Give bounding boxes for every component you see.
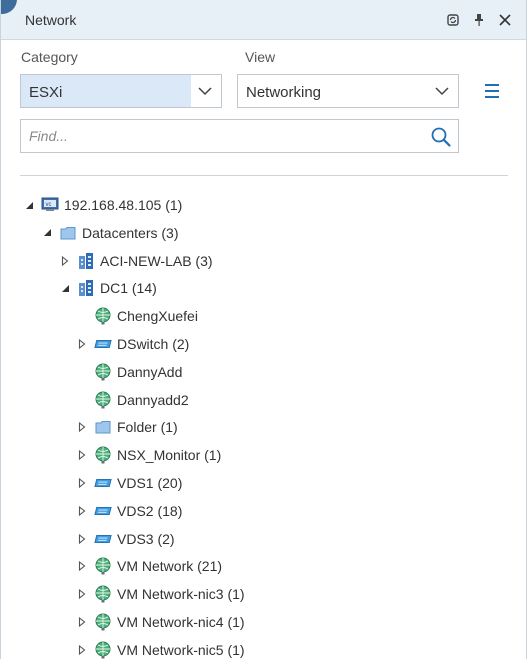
chevron-down-icon[interactable]: [426, 75, 458, 107]
tree-item[interactable]: DC1 (14): [59, 277, 157, 299]
refresh-icon[interactable]: [443, 10, 463, 30]
tree-item[interactable]: ChengXuefei: [76, 305, 198, 327]
collapse-triangle-icon[interactable]: [23, 199, 35, 211]
divider: [20, 175, 508, 176]
tree-item[interactable]: Datacenters (3): [41, 222, 178, 244]
tree-item[interactable]: VM Network-nic3 (1): [76, 583, 245, 605]
expand-triangle-icon[interactable]: [76, 338, 88, 350]
panel-corner-decoration: [1, 0, 17, 14]
category-select-value: ESXi: [29, 84, 63, 101]
category-select[interactable]: ESXi: [20, 74, 222, 108]
panel-title-bar: Network: [1, 0, 526, 40]
vcenter-icon: vc: [41, 196, 59, 214]
expand-triangle-icon[interactable]: [76, 421, 88, 433]
category-label: Category: [21, 49, 78, 65]
view-select[interactable]: Networking: [237, 74, 459, 108]
network-globe-icon: [94, 307, 112, 325]
collapse-triangle-icon[interactable]: [59, 282, 71, 294]
tree-item[interactable]: vc 192.168.48.105 (1): [23, 194, 182, 216]
tree-item-label: DC1 (14): [100, 280, 157, 297]
tree-item[interactable]: DannyAdd: [76, 361, 182, 383]
tree-item[interactable]: NSX_Monitor (1): [76, 444, 221, 466]
network-globe-icon: [94, 557, 112, 575]
chevron-down-icon[interactable]: [189, 75, 221, 107]
datacenter-icon: [77, 279, 95, 297]
tree-item-label: DannyAdd: [117, 363, 183, 380]
dvswitch-icon: [94, 502, 112, 520]
tree-item[interactable]: Dannyadd2: [76, 389, 189, 411]
expand-triangle-icon[interactable]: [59, 255, 71, 267]
tree-item-label: NSX_Monitor (1): [117, 447, 222, 464]
network-globe-icon: [94, 613, 112, 631]
dvswitch-icon: [94, 474, 112, 492]
pin-icon[interactable]: [469, 10, 489, 30]
view-select-value: Networking: [246, 84, 322, 101]
network-globe-icon: [94, 391, 112, 409]
tree-item-label: VM Network-nic5 (1): [117, 641, 245, 658]
expand-triangle-icon[interactable]: [76, 644, 88, 656]
tree-item[interactable]: VM Network (21): [76, 555, 222, 577]
dvswitch-icon: [94, 335, 112, 353]
expand-triangle-icon[interactable]: [76, 449, 88, 461]
tree-item[interactable]: VDS1 (20): [76, 472, 182, 494]
find-input[interactable]: [21, 120, 421, 152]
tree-item-label: VDS1 (20): [117, 475, 183, 491]
view-label: View: [245, 49, 276, 65]
search-icon[interactable]: [430, 126, 452, 148]
expand-triangle-icon[interactable]: [76, 560, 88, 572]
folder-icon: [94, 418, 112, 436]
find-field[interactable]: [20, 119, 459, 153]
expand-triangle-icon[interactable]: [76, 477, 88, 489]
tree-item-label: VM Network (21): [117, 558, 223, 575]
network-globe-icon: [94, 446, 112, 464]
tree-item[interactable]: ACI-NEW-LAB (3): [59, 250, 213, 272]
folder-icon: [59, 224, 77, 242]
datacenter-icon: [77, 252, 95, 270]
tree-item[interactable]: VDS3 (2): [76, 528, 175, 550]
expand-triangle-icon[interactable]: [76, 616, 88, 628]
tree-item-label: VDS2 (18): [117, 502, 183, 519]
tree-item-label: VDS3 (2): [117, 530, 175, 547]
panel-title: Network: [25, 12, 77, 28]
tree-item-label: VM Network-nic4 (1): [117, 614, 245, 630]
network-globe-icon: [94, 641, 112, 659]
tree-item-label: Folder (1): [117, 419, 178, 436]
collapse-triangle-icon[interactable]: [41, 227, 53, 239]
tree-item-label: ChengXuefei: [117, 308, 198, 325]
expand-triangle-icon[interactable]: [76, 588, 88, 600]
dvswitch-icon: [94, 530, 112, 548]
tree-item[interactable]: DSwitch (2): [76, 333, 189, 355]
network-globe-icon: [94, 363, 112, 381]
network-panel: Network Category View ESXi Networking Fi…: [0, 0, 527, 659]
tree-item[interactable]: VM Network-nic4 (1): [76, 611, 245, 633]
expand-triangle-icon[interactable]: [76, 505, 88, 517]
tree-item[interactable]: VDS2 (18): [76, 500, 182, 522]
close-icon[interactable]: [495, 10, 515, 30]
tree-item-label: Datacenters (3): [82, 224, 179, 241]
hamburger-menu-icon[interactable]: [481, 80, 503, 102]
expand-triangle-icon[interactable]: [76, 533, 88, 545]
tree-item[interactable]: VM Network-nic5 (1): [76, 639, 245, 659]
tree-item-label: DSwitch (2): [117, 336, 190, 352]
tree-item[interactable]: Folder (1): [76, 416, 178, 438]
svg-text:vc: vc: [46, 202, 52, 208]
tree-item-label: 192.168.48.105 (1): [64, 197, 183, 213]
tree-item-label: ACI-NEW-LAB (3): [100, 252, 213, 269]
tree-item-label: VM Network-nic3 (1): [117, 586, 245, 603]
tree-item-label: Dannyadd2: [117, 391, 189, 408]
network-globe-icon: [94, 585, 112, 603]
